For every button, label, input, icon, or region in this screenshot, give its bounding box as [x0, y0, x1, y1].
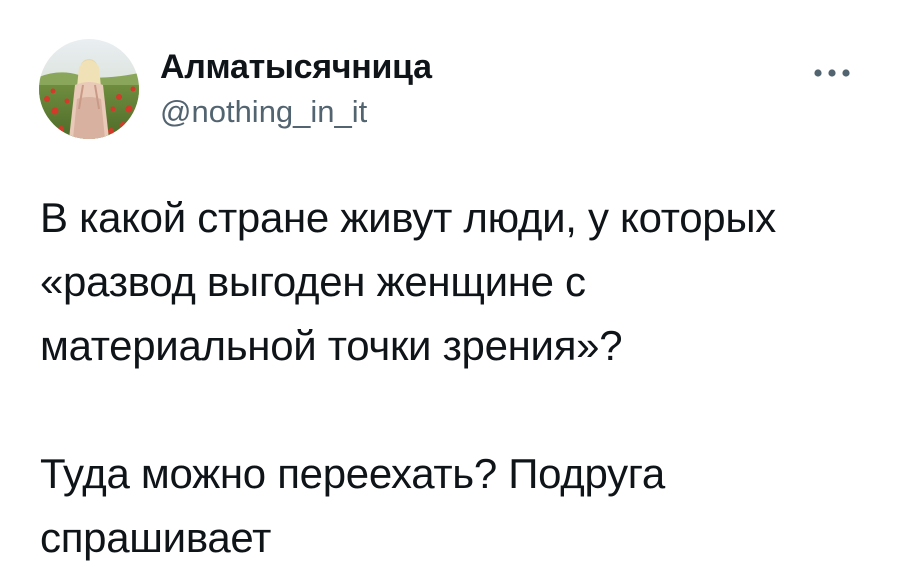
- author-avatar[interactable]: [39, 39, 139, 139]
- tweet-body: В какой стране живут люди, у которых «ра…: [40, 186, 880, 570]
- author-handle[interactable]: @nothing_in_it: [160, 93, 432, 131]
- more-options-icon: [814, 69, 850, 77]
- author-display-name[interactable]: Алматысячница: [160, 47, 432, 87]
- more-options-button[interactable]: [806, 58, 858, 88]
- avatar-photo-icon: [39, 39, 139, 139]
- tweet-card: Алматысячница @nothing_in_it В какой стр…: [0, 0, 900, 585]
- tweet-paragraph: Туда можно переехать? Подруга спрашивает: [40, 450, 665, 561]
- tweet-paragraph: В какой стране живут люди, у которых «ра…: [40, 194, 776, 369]
- tweet-author[interactable]: Алматысячница @nothing_in_it: [160, 47, 432, 131]
